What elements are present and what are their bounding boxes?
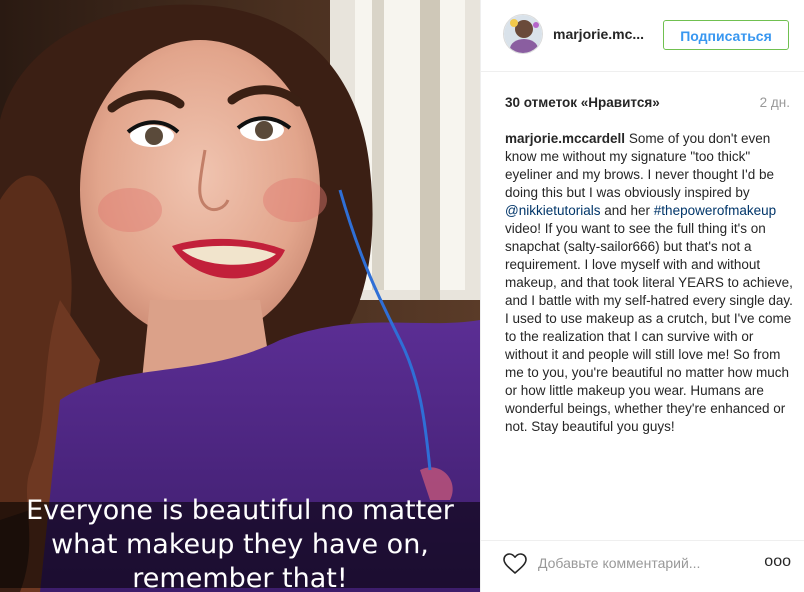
mention-link[interactable]: @nikkietutorials (505, 203, 601, 218)
heart-outline-icon[interactable] (503, 553, 527, 575)
comment-text: video! If you want to see the full thing… (505, 221, 793, 434)
post-timestamp[interactable]: 2 дн. (760, 95, 790, 110)
post-footer: Добавьте комментарий... ooo (481, 540, 804, 592)
post-side-panel: marjorie.mc... Подписаться 30 отметок «Н… (480, 0, 804, 592)
comment-text: and her (600, 203, 654, 218)
post-window: Everyone is beautiful no matter what mak… (0, 0, 804, 592)
add-comment-input[interactable]: Добавьте комментарий... (538, 555, 700, 571)
avatar-image (504, 15, 542, 53)
post-photo[interactable]: Everyone is beautiful no matter what mak… (0, 0, 480, 592)
follow-button[interactable]: Подписаться (663, 20, 789, 50)
photo-caption-bar: Everyone is beautiful no matter what mak… (0, 495, 480, 592)
avatar[interactable] (503, 14, 543, 54)
username-link[interactable]: marjorie.mc... (553, 26, 644, 42)
post-caption-comment: marjorie.mccardell Some of you don't eve… (505, 130, 795, 436)
post-header: marjorie.mc... Подписаться (481, 0, 804, 72)
more-options-button[interactable]: ooo (764, 553, 791, 571)
photo-caption: Everyone is beautiful no matter what mak… (26, 495, 454, 592)
likes-count[interactable]: 30 отметок «Нравится» (505, 95, 660, 110)
comment-author-link[interactable]: marjorie.mccardell (505, 131, 625, 146)
hashtag-link[interactable]: #thepowerofmakeup (654, 203, 776, 218)
